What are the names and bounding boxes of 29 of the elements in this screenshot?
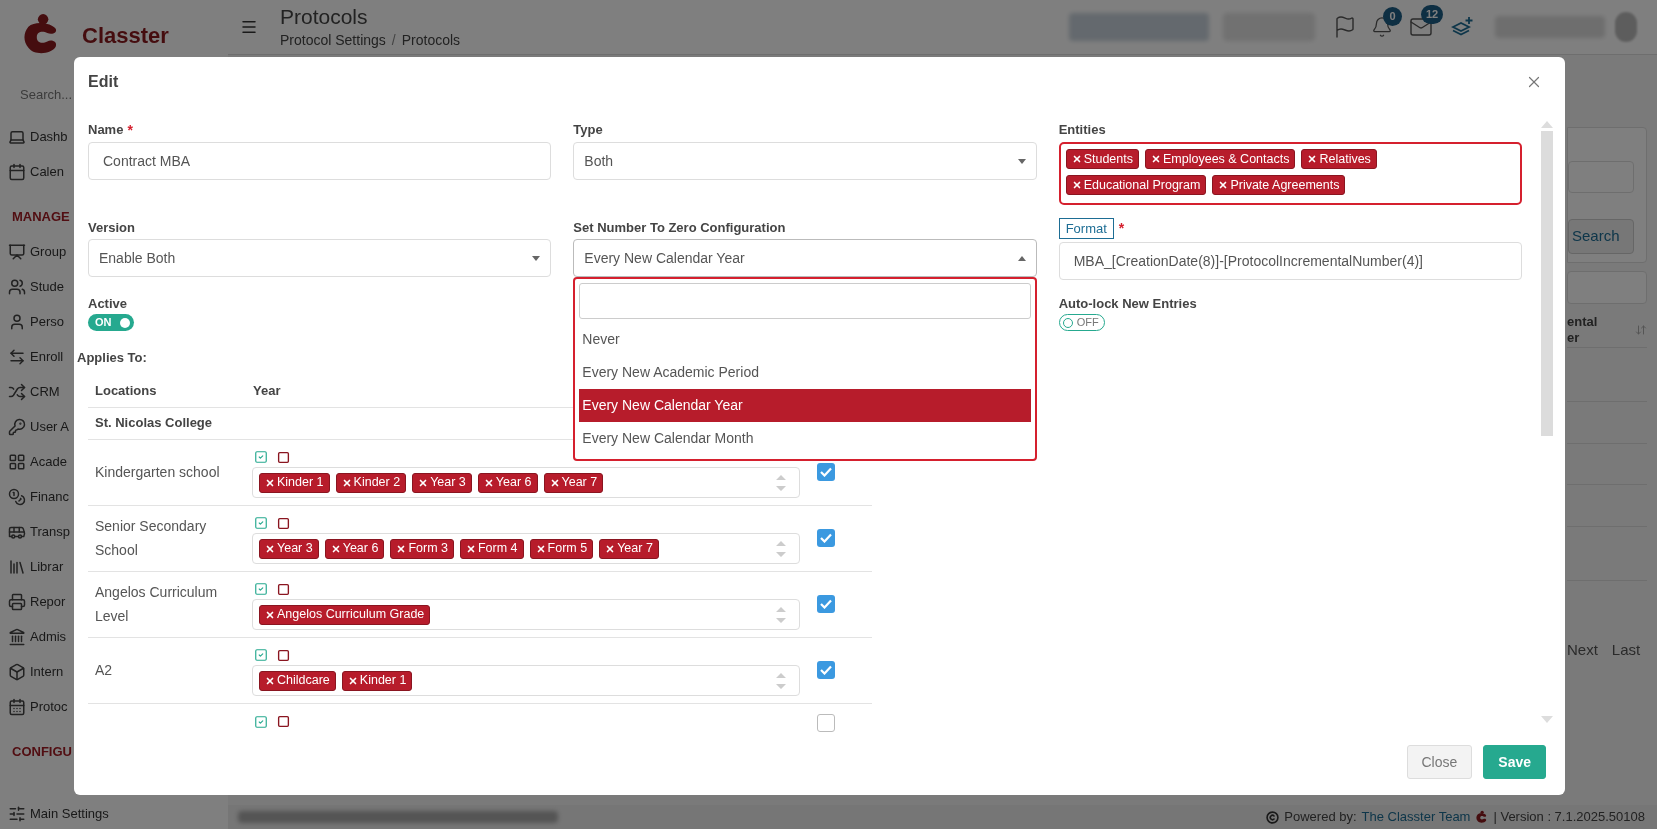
required-mark: * [1118,219,1125,238]
field-label: Auto-lock New Entries [1058,296,1197,312]
message-badge: 12 [1421,5,1444,24]
field-label: Set Number To Zero Configuration [573,220,786,236]
column-header: Year [252,382,281,401]
footer-text: Powered by: [1284,808,1357,827]
column-header: ental er [1567,313,1598,346]
app-name: Classter [82,21,169,50]
field-label: Version [88,220,135,236]
dialog-title: Edit [88,72,119,92]
field-label: Entities [1058,122,1106,138]
section-label: Applies To: [77,349,148,367]
section-heading: CONFIGU [12,742,72,761]
section-heading: MANAGE [12,207,70,226]
version-text: | Version : 7.1.2025.50108 [1493,808,1645,827]
breadcrumb-separator: / [391,30,396,50]
field-label: Type [573,122,603,138]
location-cell: A2 [95,662,113,678]
column-header: Locations [94,382,158,401]
page-title: Protocols [280,3,369,30]
field-label: Name [88,122,124,138]
location-cell: Kindergarten school [95,464,220,480]
notification-badge: 0 [1383,7,1402,26]
group-name: St. Nicolas College [94,414,213,433]
format-label: Format [1058,218,1114,239]
location-cell: Senior Secondary School [95,518,207,558]
field-label: Active [88,296,128,312]
location-cell: Angelos Curriculum Level [95,584,218,624]
required-mark: * [127,122,133,138]
